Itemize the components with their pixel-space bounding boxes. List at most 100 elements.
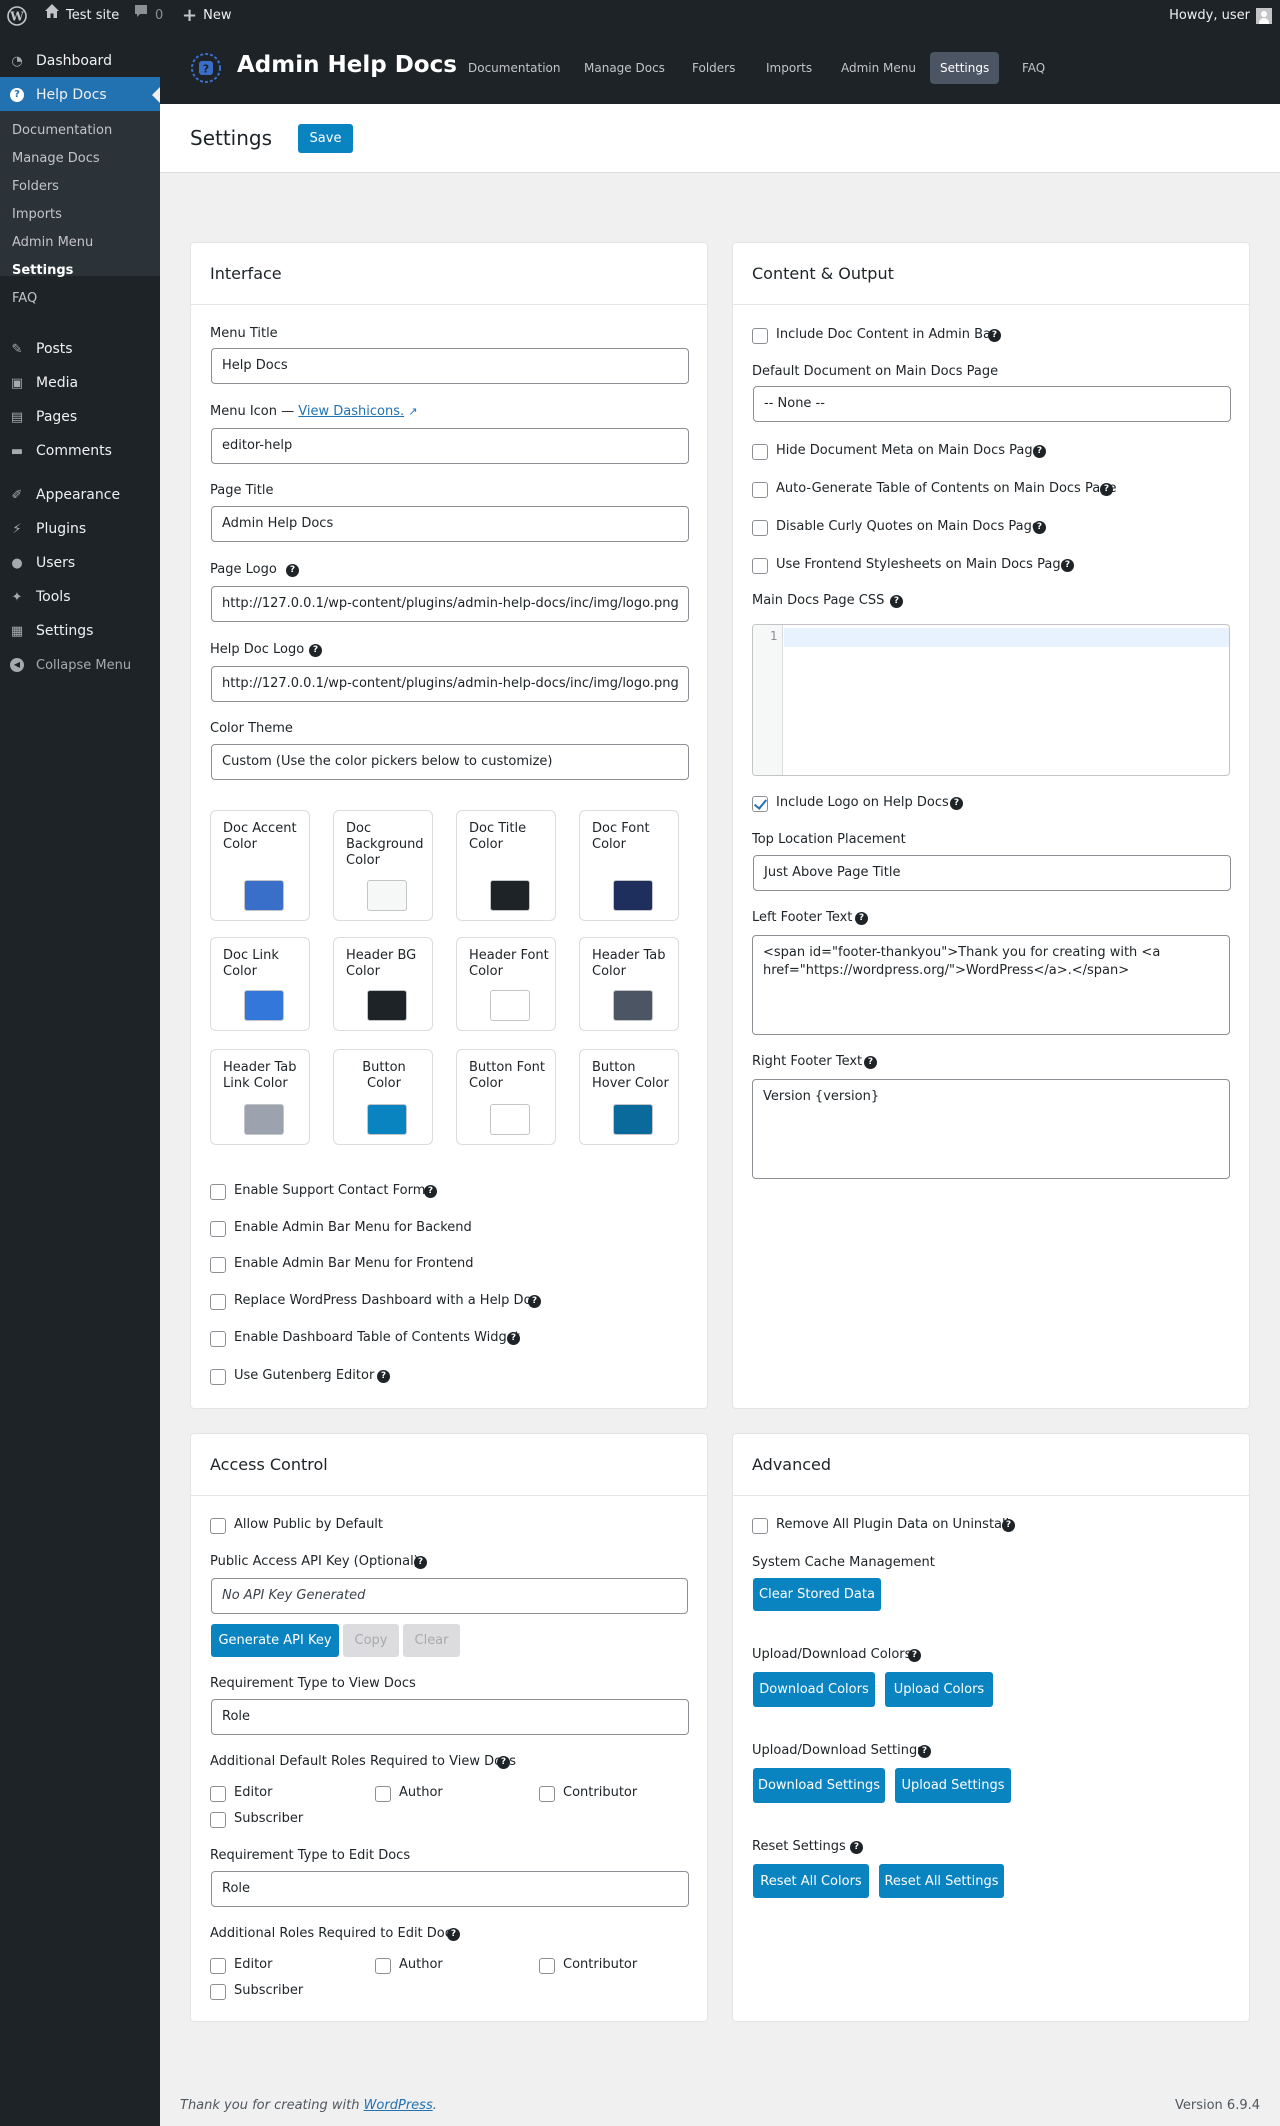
help-icon[interactable]: ?	[855, 912, 868, 925]
submenu-item-admin-menu[interactable]: Admin Menu	[12, 233, 93, 253]
reset-all-settings-button[interactable]: Reset All Settings	[879, 1864, 1004, 1898]
edit-role-checkbox-editor[interactable]	[210, 1958, 226, 1974]
sidebar-item-plugins[interactable]: ⚡ Plugins	[0, 512, 160, 546]
help-icon[interactable]: ?	[908, 1649, 921, 1662]
checkbox-disable-curly-quotes-on-main-docs-page[interactable]	[752, 520, 768, 536]
download-settings-button[interactable]: Download Settings	[753, 1768, 885, 1803]
checkbox-enable-admin-bar-menu-for-frontend[interactable]	[210, 1257, 226, 1273]
default-doc-select[interactable]: -- None --	[753, 386, 1231, 422]
view-role-checkbox-author[interactable]	[375, 1786, 391, 1802]
color-picker-button[interactable]	[490, 990, 530, 1021]
help-icon[interactable]: ?	[377, 1370, 390, 1383]
color-picker-button[interactable]	[244, 880, 284, 911]
color-picker-button[interactable]	[244, 990, 284, 1021]
my-account-link[interactable]: Howdy, user	[1169, 0, 1272, 32]
clear-stored-data-button[interactable]: Clear Stored Data	[753, 1578, 881, 1611]
color-picker-button[interactable]	[244, 1104, 284, 1135]
tab-manage-docs[interactable]: Manage Docs	[574, 52, 675, 84]
submenu-item-documentation[interactable]: Documentation	[12, 121, 112, 141]
menu-title-input[interactable]: Help Docs	[211, 348, 689, 384]
tab-imports[interactable]: Imports	[756, 52, 822, 84]
color-picker-button[interactable]	[490, 1104, 530, 1135]
submenu-item-manage-docs[interactable]: Manage Docs	[12, 149, 100, 169]
api-key-input[interactable]: No API Key Generated	[211, 1578, 688, 1614]
remove-data-checkbox[interactable]	[752, 1518, 768, 1534]
include-admin-bar-checkbox[interactable]	[752, 328, 768, 344]
help-doc-logo-input[interactable]: http://127.0.0.1/wp-content/plugins/admi…	[211, 666, 689, 702]
help-icon[interactable]: ?	[1002, 1519, 1015, 1532]
help-icon[interactable]: ?	[988, 329, 1001, 342]
site-name-link[interactable]: Test site	[44, 0, 119, 32]
edit-role-checkbox-author[interactable]	[375, 1958, 391, 1974]
color-picker-button[interactable]	[367, 1104, 407, 1135]
page-title-input[interactable]: Admin Help Docs	[211, 506, 689, 542]
checkbox-replace-wordpress-dashboard-with-a-help-doc[interactable]	[210, 1294, 226, 1310]
upload-colors-button[interactable]: Upload Colors	[885, 1672, 993, 1707]
edit-role-checkbox-contributor[interactable]	[539, 1958, 555, 1974]
req-view-select[interactable]: Role	[211, 1699, 689, 1735]
sidebar-item-settings[interactable]: ▦ Settings	[0, 614, 160, 648]
color-picker-button[interactable]	[490, 880, 530, 911]
generate-api-key-button[interactable]: Generate API Key	[211, 1624, 339, 1657]
help-icon[interactable]: ?	[1100, 483, 1113, 496]
sidebar-item-help-docs[interactable]: ? Help Docs	[0, 78, 160, 112]
tab-documentation[interactable]: Documentation	[458, 52, 571, 84]
checkbox-use-gutenberg-editor[interactable]	[210, 1369, 226, 1385]
sidebar-item-appearance[interactable]: ✐ Appearance	[0, 478, 160, 512]
help-icon[interactable]: ?	[447, 1928, 460, 1941]
submenu-item-faq[interactable]: FAQ	[12, 289, 37, 309]
sidebar-item-pages[interactable]: ▤ Pages	[0, 400, 160, 434]
help-icon[interactable]: ?	[1033, 445, 1046, 458]
tab-admin-menu[interactable]: Admin Menu	[831, 52, 926, 84]
checkbox-auto-generate-table-of-contents-on-main-docs-page[interactable]	[752, 482, 768, 498]
sidebar-item-tools[interactable]: ✦ Tools	[0, 580, 160, 614]
view-role-checkbox-editor[interactable]	[210, 1786, 226, 1802]
tab-folders[interactable]: Folders	[682, 52, 745, 84]
sidebar-item-comments[interactable]: ▬ Comments	[0, 434, 160, 468]
help-icon[interactable]: ?	[497, 1756, 510, 1769]
help-icon[interactable]: ?	[1061, 559, 1074, 572]
submenu-item-imports[interactable]: Imports	[12, 205, 62, 225]
view-dashicons-link[interactable]: View Dashicons.	[298, 404, 404, 419]
right-footer-textarea[interactable]: Version {version}	[752, 1079, 1230, 1179]
new-content-link[interactable]: + New	[182, 0, 231, 32]
sidebar-item-users[interactable]: ● Users	[0, 546, 160, 580]
wordpress-link[interactable]: WordPress	[364, 2098, 433, 2113]
help-icon[interactable]: ?	[1033, 521, 1046, 534]
help-icon[interactable]: ?	[507, 1332, 520, 1345]
tab-settings[interactable]: Settings	[930, 52, 1000, 84]
sidebar-item-collapse-menu[interactable]: ◀ Collapse Menu	[0, 648, 160, 682]
help-icon[interactable]: ?	[414, 1556, 427, 1569]
help-icon[interactable]: ?	[890, 595, 903, 608]
reset-all-colors-button[interactable]: Reset All Colors	[753, 1864, 869, 1898]
allow-public-checkbox[interactable]	[210, 1518, 226, 1534]
edit-role-checkbox-subscriber[interactable]	[210, 1984, 226, 2000]
submenu-item-settings[interactable]: Settings	[12, 261, 73, 281]
save-button[interactable]: Save	[298, 124, 353, 153]
menu-icon-input[interactable]: editor-help	[211, 428, 689, 464]
checkbox-hide-document-meta-on-main-docs-page[interactable]	[752, 444, 768, 460]
sidebar-item-media[interactable]: ▣ Media	[0, 366, 160, 400]
help-icon[interactable]: ?	[309, 644, 322, 657]
color-picker-button[interactable]	[613, 990, 653, 1021]
wordpress-logo-icon[interactable]: W	[7, 0, 27, 32]
help-icon[interactable]: ?	[918, 1745, 931, 1758]
checkbox-enable-dashboard-table-of-contents-widget[interactable]	[210, 1331, 226, 1347]
color-picker-button[interactable]	[613, 880, 653, 911]
view-role-checkbox-subscriber[interactable]	[210, 1812, 226, 1828]
upload-settings-button[interactable]: Upload Settings	[895, 1768, 1011, 1803]
clear-button[interactable]: Clear	[403, 1624, 460, 1657]
help-icon[interactable]: ?	[528, 1295, 541, 1308]
copy-button[interactable]: Copy	[343, 1624, 399, 1657]
color-theme-select[interactable]: Custom (Use the color pickers below to c…	[211, 744, 689, 780]
left-footer-textarea[interactable]: <span id="footer-thankyou">Thank you for…	[752, 935, 1230, 1035]
help-icon[interactable]: ?	[424, 1185, 437, 1198]
comments-link[interactable]: 0	[133, 0, 163, 32]
color-picker-button[interactable]	[367, 990, 407, 1021]
sidebar-item-posts[interactable]: ✎ Posts	[0, 332, 160, 366]
checkbox-enable-support-contact-form[interactable]	[210, 1184, 226, 1200]
page-logo-input[interactable]: http://127.0.0.1/wp-content/plugins/admi…	[211, 586, 689, 622]
help-icon[interactable]: ?	[950, 797, 963, 810]
help-icon[interactable]: ?	[286, 564, 299, 577]
top-location-select[interactable]: Just Above Page Title	[753, 855, 1231, 891]
